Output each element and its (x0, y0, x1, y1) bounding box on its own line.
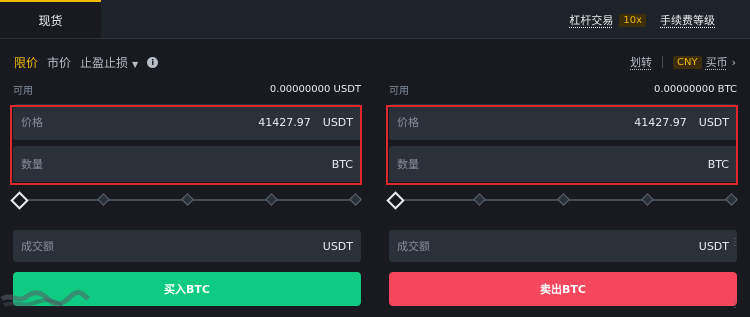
buy-price-label: 价格 (21, 116, 43, 129)
currency-badge: CNY (673, 55, 702, 69)
sell-total-unit: USDT (698, 239, 729, 253)
info-icon[interactable]: i (147, 57, 159, 68)
caret-down-icon: ▼ (132, 60, 139, 69)
buy-amount-unit: BTC (331, 157, 353, 171)
sell-price-unit: USDT (698, 115, 729, 129)
order-type-market[interactable]: 市价 (47, 54, 71, 71)
buy-available-label: 可用 (13, 85, 33, 97)
sell-price-input[interactable]: 价格 41427.97 USDT (389, 104, 737, 140)
sell-available-label: 可用 (389, 85, 409, 97)
sell-btc-button[interactable]: 卖出BTC (389, 272, 737, 306)
order-type-stop-limit-label: 止盈止损 (80, 56, 129, 70)
more-dots-icon: ⋮ (730, 237, 740, 248)
slider-mark-50[interactable] (557, 193, 570, 206)
sell-panel: 可用 0.00000000 BTC 价格 41427.97 USDT 数量 BTC… (386, 80, 738, 306)
tab-spot[interactable]: 现货 (0, 0, 101, 38)
slider-mark-25[interactable] (97, 193, 110, 206)
buy-available-value: 0.00000000 USDT (269, 83, 361, 95)
chevron-right-icon[interactable]: › (732, 56, 736, 69)
more-dots-icon: ⋮ (730, 299, 740, 310)
order-type-stop-limit[interactable]: 止盈止损 ▼ (80, 54, 138, 71)
margin-trading-link[interactable]: 杠杆交易 (569, 12, 613, 28)
sell-amount-slider[interactable] (386, 188, 738, 212)
buy-available-row: 可用 0.00000000 USDT (13, 80, 361, 98)
sell-amount-input[interactable]: 数量 BTC (389, 146, 737, 182)
sell-total-input[interactable]: 成交额 USDT (389, 230, 737, 262)
transfer-link[interactable]: 划转 (630, 54, 652, 70)
sell-available-value: 0.00000000 BTC (654, 83, 737, 95)
slider-handle[interactable] (10, 191, 29, 210)
divider (662, 56, 664, 68)
leverage-badge: 10x (619, 13, 646, 27)
spot-order-form: 现货 杠杆交易 10x 手续费等级 限价 市价 止盈止损 ▼ i 划转 CNY 买… (0, 0, 750, 317)
buy-total-input[interactable]: 成交额 USDT (13, 230, 361, 262)
header-links: 杠杆交易 10x 手续费等级 (569, 12, 715, 28)
slider-mark-50[interactable] (181, 193, 194, 206)
fee-level-link[interactable]: 手续费等级 (660, 12, 715, 28)
slider-handle[interactable] (386, 191, 405, 210)
buy-panel: 可用 0.00000000 USDT 价格 41427.97 USDT 数量 BT… (10, 80, 362, 306)
scribble-mark (0, 290, 90, 307)
slider-mark-75[interactable] (641, 193, 654, 206)
header-bar: 现货 杠杆交易 10x 手续费等级 (0, 0, 750, 39)
slider-mark-100[interactable] (725, 193, 738, 206)
buy-crypto-link[interactable]: 买币 (706, 54, 728, 70)
sell-amount-unit: BTC (707, 157, 729, 171)
sell-amount-label: 数量 (397, 158, 419, 171)
order-type-limit[interactable]: 限价 (14, 54, 38, 71)
sell-total-label: 成交额 (397, 240, 430, 253)
slider-mark-25[interactable] (473, 193, 486, 206)
buy-price-input[interactable]: 价格 41427.97 USDT (13, 104, 361, 140)
buy-price-value[interactable]: 41427.97 (258, 116, 311, 129)
slider-mark-75[interactable] (265, 193, 278, 206)
order-type-tabs: 限价 市价 止盈止损 ▼ i (14, 54, 159, 71)
buy-price-unit: USDT (322, 115, 353, 129)
buy-amount-input[interactable]: 数量 BTC (13, 146, 361, 182)
buy-amount-slider[interactable] (10, 188, 362, 212)
sell-available-row: 可用 0.00000000 BTC (389, 80, 737, 98)
sell-price-value[interactable]: 41427.97 (634, 116, 687, 129)
buy-amount-label: 数量 (21, 158, 43, 171)
buy-total-unit: USDT (322, 239, 353, 253)
order-type-actions: 划转 CNY 买币 › (630, 54, 736, 70)
slider-mark-100[interactable] (349, 193, 362, 206)
buy-total-label: 成交额 (21, 240, 54, 253)
sell-price-label: 价格 (397, 116, 419, 129)
